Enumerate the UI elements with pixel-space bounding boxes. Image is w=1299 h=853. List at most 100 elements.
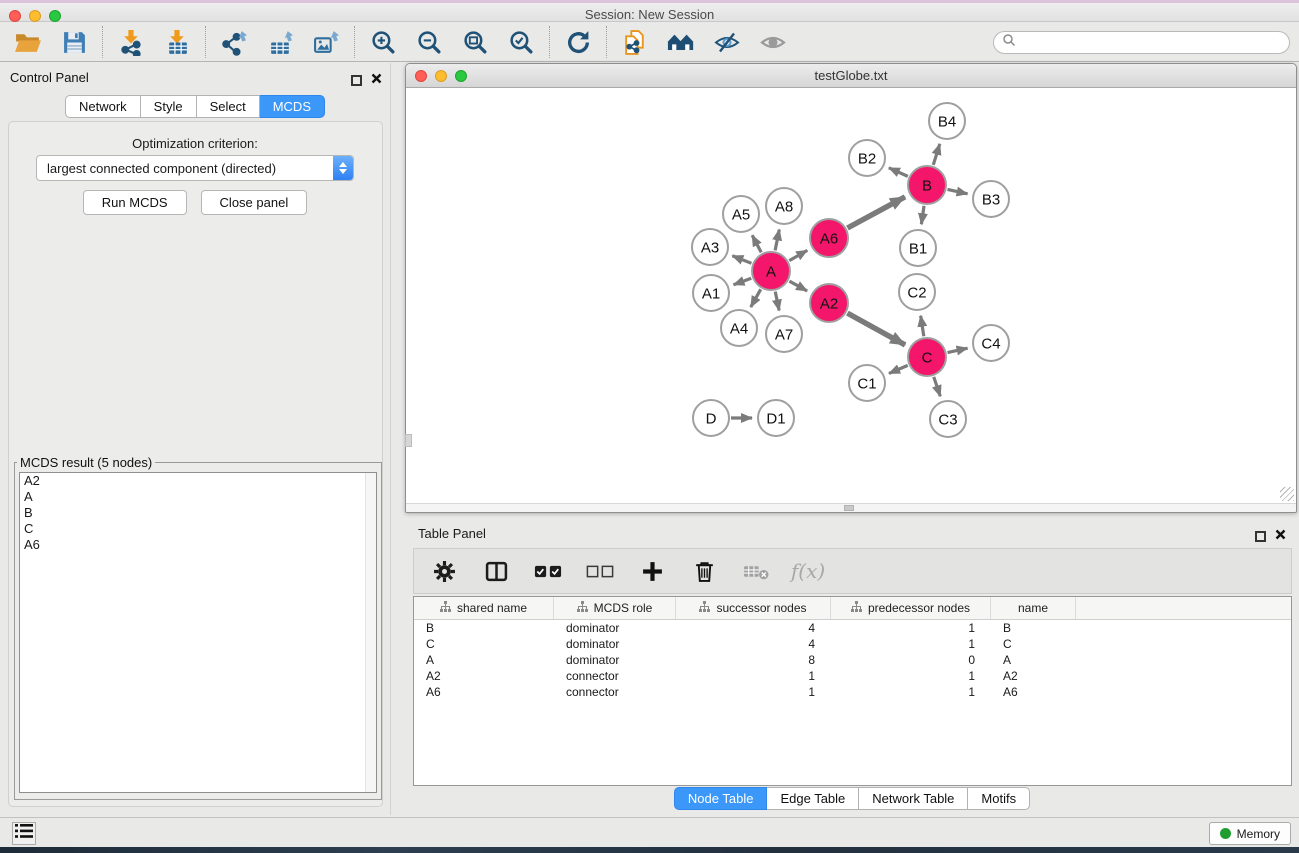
float-table-panel-icon[interactable] bbox=[1255, 531, 1266, 542]
graph-node-A2[interactable]: A2 bbox=[810, 284, 848, 322]
run-mcds-button[interactable]: Run MCDS bbox=[83, 190, 187, 215]
network-hscroll-thumb[interactable] bbox=[844, 505, 854, 511]
result-list-scrollbar[interactable] bbox=[365, 473, 376, 792]
graph-node-C[interactable]: C bbox=[908, 338, 946, 376]
mcds-result-item[interactable]: A6 bbox=[20, 537, 376, 553]
close-table-panel-icon[interactable] bbox=[1275, 527, 1286, 545]
graph-node-D1[interactable]: D1 bbox=[758, 400, 794, 436]
table-cell[interactable]: B bbox=[414, 620, 554, 636]
graph-edge-C-C2[interactable] bbox=[921, 316, 924, 337]
graph-edge-C-C3[interactable] bbox=[934, 377, 941, 396]
network-graph[interactable]: B4B2BB3A8A5A6A3B1AA1C2A2A4A7C4CC1C3DD1 bbox=[406, 89, 1296, 503]
mcds-result-item[interactable]: C bbox=[20, 521, 376, 537]
graph-edge-A-A5[interactable] bbox=[752, 235, 761, 252]
graph-edge-A-A7[interactable] bbox=[775, 292, 779, 311]
export-image-icon[interactable] bbox=[312, 28, 340, 56]
table-cell[interactable]: 8 bbox=[676, 652, 831, 668]
graph-edge-A2-C[interactable] bbox=[847, 313, 905, 345]
graph-node-C1[interactable]: C1 bbox=[849, 365, 885, 401]
table-cell[interactable]: B bbox=[991, 620, 1076, 636]
home-view-icon[interactable] bbox=[667, 28, 695, 56]
network-hscroll[interactable] bbox=[406, 503, 1296, 512]
column-header-predecessor-nodes[interactable]: predecessor nodes bbox=[831, 597, 991, 619]
table-cell[interactable]: dominator bbox=[554, 636, 676, 652]
table-row[interactable]: Cdominator41C bbox=[414, 636, 1291, 652]
graph-edge-A-A4[interactable] bbox=[751, 289, 761, 307]
table-row[interactable]: A6connector11A6 bbox=[414, 684, 1291, 700]
column-header-successor-nodes[interactable]: successor nodes bbox=[676, 597, 831, 619]
refresh-layout-icon[interactable] bbox=[564, 28, 592, 56]
export-table-icon[interactable] bbox=[266, 28, 294, 56]
table-cell[interactable]: A bbox=[414, 652, 554, 668]
graph-node-B4[interactable]: B4 bbox=[929, 103, 965, 139]
import-network-icon[interactable] bbox=[117, 28, 145, 56]
table-cell[interactable]: C bbox=[414, 636, 554, 652]
graph-node-B3[interactable]: B3 bbox=[973, 181, 1009, 217]
mcds-result-item[interactable]: A bbox=[20, 489, 376, 505]
table-cell[interactable]: 4 bbox=[676, 636, 831, 652]
mcds-result-item[interactable]: A2 bbox=[20, 473, 376, 489]
table-cell[interactable]: A6 bbox=[991, 684, 1076, 700]
memory-button[interactable]: Memory bbox=[1209, 822, 1291, 845]
tab-select[interactable]: Select bbox=[197, 95, 260, 118]
table-cell[interactable]: 4 bbox=[676, 620, 831, 636]
graph-node-A4[interactable]: A4 bbox=[721, 310, 757, 346]
tab-node-table[interactable]: Node Table bbox=[674, 787, 768, 810]
column-header-MCDS-role[interactable]: MCDS role bbox=[554, 597, 676, 619]
table-cell[interactable]: 1 bbox=[831, 636, 991, 652]
table-cell[interactable]: 1 bbox=[831, 684, 991, 700]
graph-node-C2[interactable]: C2 bbox=[899, 274, 935, 310]
search-input[interactable] bbox=[1020, 34, 1289, 52]
graph-edge-A6-B[interactable] bbox=[847, 197, 905, 228]
delete-column-icon[interactable] bbox=[690, 557, 718, 585]
table-cell[interactable]: A6 bbox=[414, 684, 554, 700]
open-session-icon[interactable] bbox=[14, 28, 42, 56]
graph-node-A6[interactable]: A6 bbox=[810, 219, 848, 257]
graph-node-C3[interactable]: C3 bbox=[930, 401, 966, 437]
import-table-icon[interactable] bbox=[163, 28, 191, 56]
optimization-criterion-select[interactable]: largest connected component (directed) bbox=[36, 155, 354, 181]
table-row[interactable]: Adominator80A bbox=[414, 652, 1291, 668]
close-panel-icon[interactable] bbox=[371, 71, 382, 89]
search-field[interactable] bbox=[993, 31, 1290, 54]
table-cell[interactable]: 1 bbox=[831, 620, 991, 636]
graph-node-A3[interactable]: A3 bbox=[692, 229, 728, 265]
table-cell[interactable]: A2 bbox=[414, 668, 554, 684]
export-network-icon[interactable] bbox=[220, 28, 248, 56]
graph-edge-A-A2[interactable] bbox=[789, 281, 807, 291]
graph-edge-A-A1[interactable] bbox=[734, 278, 752, 285]
tab-network-table[interactable]: Network Table bbox=[859, 787, 968, 810]
table-cell[interactable]: 1 bbox=[676, 684, 831, 700]
table-cell[interactable]: connector bbox=[554, 684, 676, 700]
network-vscroll-thumb[interactable] bbox=[405, 434, 412, 447]
network-canvas[interactable]: B4B2BB3A8A5A6A3B1AA1C2A2A4A7C4CC1C3DD1 bbox=[406, 89, 1296, 503]
table-cell[interactable]: A2 bbox=[991, 668, 1076, 684]
graph-edge-A-A6[interactable] bbox=[789, 250, 807, 260]
table-cell[interactable]: C bbox=[991, 636, 1076, 652]
tab-mcds[interactable]: MCDS bbox=[260, 95, 325, 118]
graph-node-B2[interactable]: B2 bbox=[849, 140, 885, 176]
mcds-result-list[interactable]: A2ABCA6 bbox=[19, 472, 377, 793]
graph-edge-A-A8[interactable] bbox=[775, 230, 779, 251]
graph-edge-C-C4[interactable] bbox=[948, 348, 968, 352]
clone-network-icon[interactable] bbox=[621, 28, 649, 56]
graph-node-A5[interactable]: A5 bbox=[723, 196, 759, 232]
tab-edge-table[interactable]: Edge Table bbox=[767, 787, 859, 810]
table-settings-icon[interactable] bbox=[430, 557, 458, 585]
mcds-result-item[interactable]: B bbox=[20, 505, 376, 521]
graph-edge-B-B3[interactable] bbox=[948, 189, 968, 193]
save-session-icon[interactable] bbox=[60, 28, 88, 56]
zoom-in-icon[interactable] bbox=[369, 28, 397, 56]
graph-edge-A-A3[interactable] bbox=[732, 256, 751, 264]
table-cell[interactable]: dominator bbox=[554, 652, 676, 668]
resize-grip[interactable] bbox=[1280, 487, 1294, 501]
hide-details-icon[interactable] bbox=[713, 28, 741, 56]
tab-motifs[interactable]: Motifs bbox=[968, 787, 1030, 810]
graph-edge-B-B1[interactable] bbox=[921, 206, 924, 224]
graph-node-D[interactable]: D bbox=[693, 400, 729, 436]
zoom-fit-icon[interactable] bbox=[461, 28, 489, 56]
graph-node-B[interactable]: B bbox=[908, 166, 946, 204]
table-row[interactable]: Bdominator41B bbox=[414, 620, 1291, 636]
unselect-all-icon[interactable] bbox=[586, 557, 614, 585]
table-row[interactable]: A2connector11A2 bbox=[414, 668, 1291, 684]
